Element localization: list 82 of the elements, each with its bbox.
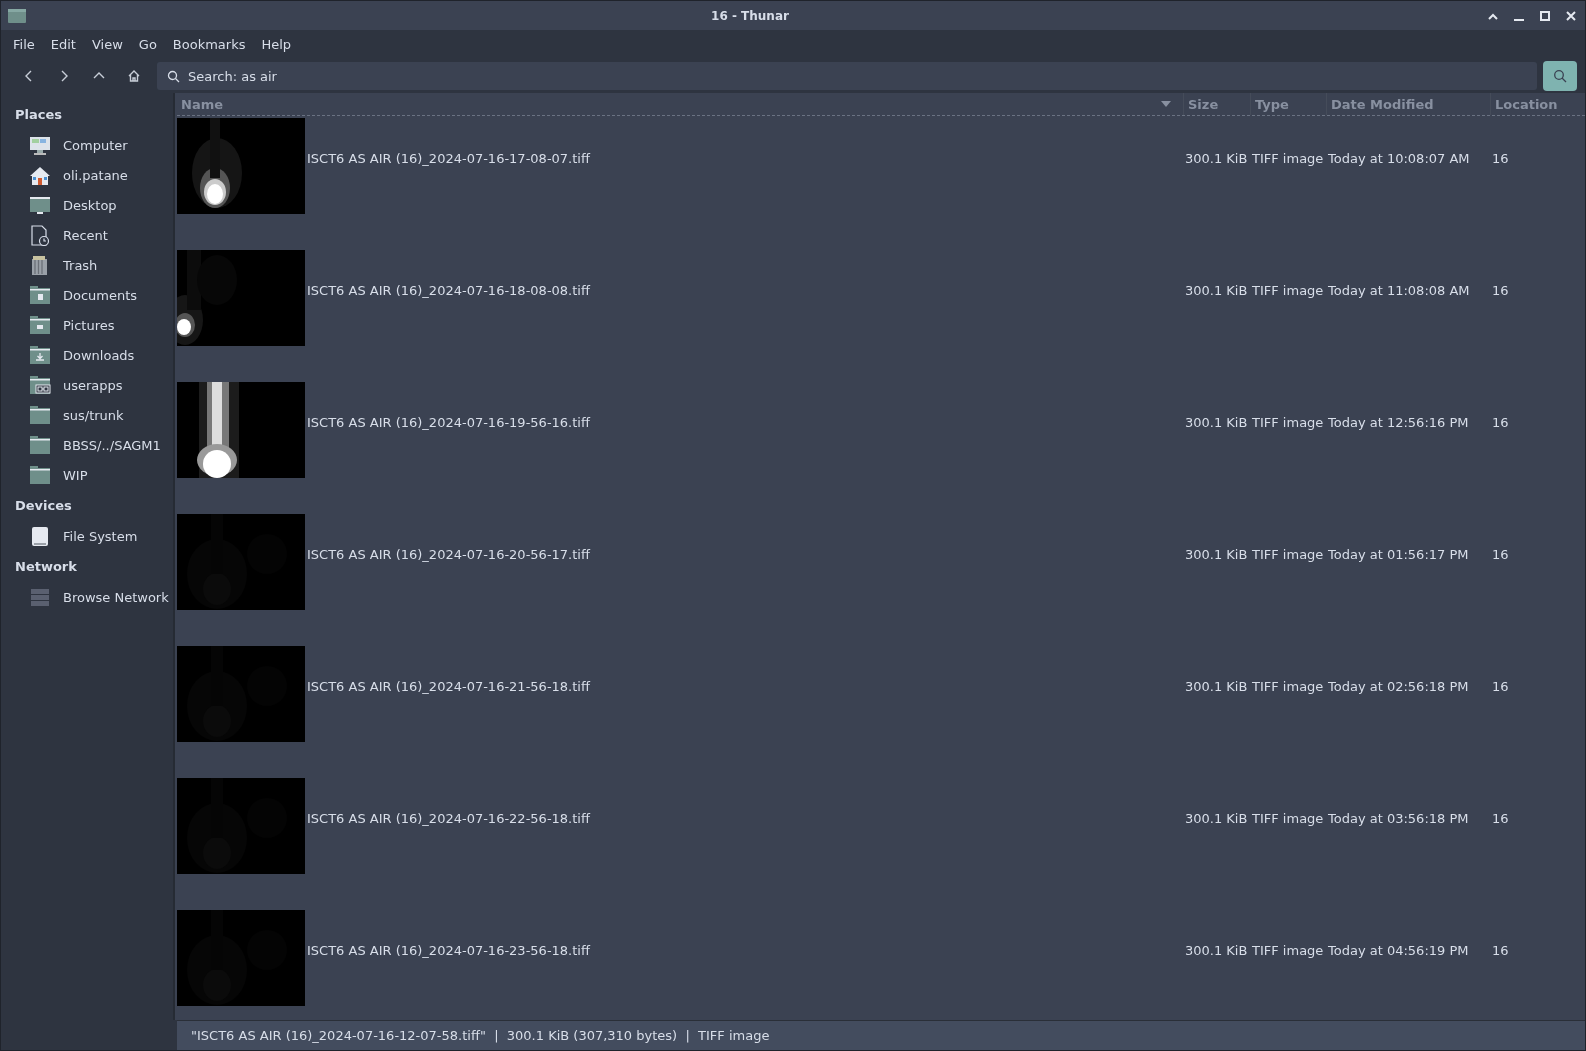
folder-link-icon	[29, 374, 51, 396]
table-cell-text: Today at 04:56:19 PM	[1327, 942, 1470, 958]
table-cell-text: TIFF image	[1251, 282, 1325, 298]
menu-item[interactable]: Go	[130, 33, 165, 56]
section-heading: Devices	[14, 497, 73, 515]
section-heading: Network	[14, 558, 78, 576]
section-heading: Places	[14, 106, 64, 124]
table-cell-text: 16	[1491, 282, 1510, 298]
table-cell-text: 300.1 KiB	[1184, 546, 1249, 562]
table-cell-text: 300.1 KiB	[1184, 150, 1249, 166]
search-button[interactable]	[1543, 61, 1577, 91]
table-cell-text: 300.1 KiB	[1184, 810, 1249, 826]
table-cell-text: 300.1 KiB	[1184, 678, 1249, 694]
table-cell-text: TIFF image	[1251, 678, 1325, 694]
table-cell-text: 300.1 KiB	[1184, 942, 1249, 958]
folder-icon	[7, 7, 27, 24]
file-name: ISCT6 AS AIR (16)_2024-07-16-21-56-18.tiff	[307, 678, 590, 694]
table-cell-text: TIFF image	[1251, 810, 1325, 826]
menu-item[interactable]: File	[5, 33, 43, 56]
file-name: ISCT6 AS AIR (16)_2024-07-16-19-56-16.tiff	[307, 414, 590, 430]
sidebar-item[interactable]: Browse Network	[1, 582, 173, 612]
menu-item[interactable]: Help	[253, 33, 300, 56]
table-cell-text: Today at 12:56:16 PM	[1327, 414, 1470, 430]
file-name: ISCT6 AS AIR (16)_2024-07-16-17-08-07.tiff	[307, 150, 590, 166]
folder-icon	[29, 464, 51, 486]
sidebar-item[interactable]: userapps	[1, 370, 173, 400]
folder-download-icon	[29, 344, 51, 366]
folder-document-icon	[29, 284, 51, 306]
sidebar-item[interactable]: BBSS/../SAGM1	[1, 430, 173, 460]
menu-item[interactable]: Edit	[42, 33, 84, 56]
table-cell-text: 16	[1491, 414, 1510, 430]
table-cell-text: 16	[1491, 546, 1510, 562]
home-icon	[29, 164, 51, 186]
table-cell-text: Today at 10:08:07 AM	[1327, 150, 1471, 166]
network-icon	[29, 586, 51, 608]
table-cell-text: 300.1 KiB	[1184, 282, 1249, 298]
sidebar-item[interactable]: Computer	[1, 130, 173, 160]
table-cell-text: TIFF image	[1251, 546, 1325, 562]
folder-icon	[29, 434, 51, 456]
table-cell-text: 16	[1491, 678, 1510, 694]
sidebar-item[interactable]: oli.patane	[1, 160, 173, 190]
search-icon	[1553, 69, 1567, 83]
sidebar-item[interactable]: Documents	[1, 280, 173, 310]
drive-icon	[29, 525, 51, 547]
location-field[interactable]: Search: as air	[157, 62, 1537, 90]
computer-icon	[29, 134, 51, 156]
table-cell-text: 16	[1491, 810, 1510, 826]
desktop-icon	[29, 194, 51, 216]
table-cell-text: Today at 03:56:18 PM	[1327, 810, 1470, 826]
sidebar-item[interactable]: Recent	[1, 220, 173, 250]
maximize-icon	[1539, 9, 1551, 22]
minimize-icon	[1514, 18, 1524, 21]
table-cell-text: Today at 11:08:08 AM	[1327, 282, 1471, 298]
recent-icon	[29, 224, 51, 246]
table-cell-text: 16	[1491, 942, 1510, 958]
search-icon	[167, 69, 180, 83]
sidebar-item[interactable]: Pictures	[1, 310, 173, 340]
table-cell-text: 300.1 KiB	[1184, 414, 1249, 430]
file-name: ISCT6 AS AIR (16)_2024-07-16-18-08-08.tiff	[307, 282, 590, 298]
sidebar-item[interactable]: File System	[1, 521, 173, 551]
sidebar-item[interactable]: Downloads	[1, 340, 173, 370]
table-cell-text: TIFF image	[1251, 150, 1325, 166]
menu-item[interactable]: View	[83, 33, 131, 56]
sidebar-item[interactable]: Desktop	[1, 190, 173, 220]
close-icon	[1565, 9, 1577, 22]
folder-picture-icon	[29, 314, 51, 336]
sidebar-item[interactable]: sus/trunk	[1, 400, 173, 430]
sidebar-item[interactable]: WIP	[1, 460, 173, 490]
table-cell-text: 16	[1491, 150, 1510, 166]
table-cell-text: Today at 02:56:18 PM	[1327, 678, 1470, 694]
sidebar-item[interactable]: Trash	[1, 250, 173, 280]
home-icon	[126, 69, 141, 83]
table-cell-text: TIFF image	[1251, 942, 1325, 958]
folder-icon	[29, 404, 51, 426]
status-text: "ISCT6 AS AIR (16)_2024-07-16-12-07-58.tiff" | 300.1 KiB (307,310 bytes) | TIFF image	[191, 1028, 770, 1043]
file-name: ISCT6 AS AIR (16)_2024-07-16-22-56-18.tiff	[307, 810, 590, 826]
file-name: ISCT6 AS AIR (16)_2024-07-16-23-56-18.tiff	[307, 942, 590, 958]
window-title: 16 - Thunar	[711, 8, 789, 23]
menu-item[interactable]: Bookmarks	[164, 33, 254, 56]
table-cell-text: Today at 01:56:17 PM	[1327, 546, 1470, 562]
table-cell-text: TIFF image	[1251, 414, 1325, 430]
file-name: ISCT6 AS AIR (16)_2024-07-16-20-56-17.tiff	[307, 546, 590, 562]
